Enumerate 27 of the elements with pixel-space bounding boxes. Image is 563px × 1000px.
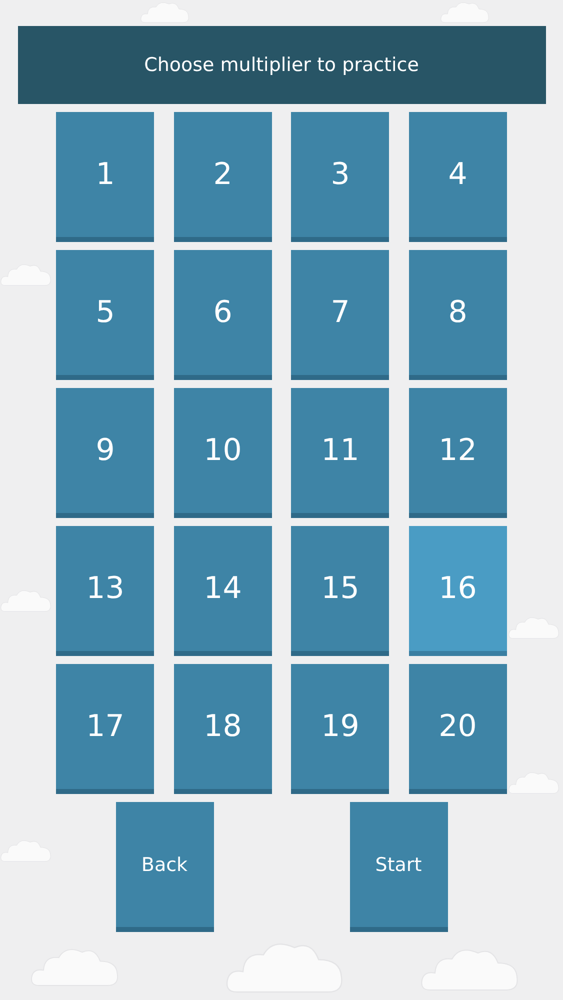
- multiplier-tile[interactable]: 17: [56, 664, 154, 794]
- multiplier-tile[interactable]: 5: [56, 250, 154, 380]
- multiplier-tile[interactable]: 19: [291, 664, 390, 794]
- header-title: Choose multiplier to practice: [18, 26, 546, 104]
- multiplier-tile[interactable]: 12: [408, 388, 507, 518]
- cloud-drawing: [508, 615, 560, 641]
- multiplier-tile[interactable]: 20: [408, 664, 507, 794]
- multiplier-tile[interactable]: 18: [174, 664, 272, 794]
- multiplier-tile[interactable]: 14: [174, 526, 272, 656]
- multiplier-tile[interactable]: 10: [174, 388, 272, 518]
- multiplier-tile[interactable]: 9: [56, 388, 154, 518]
- multiplier-tile[interactable]: 13: [56, 526, 154, 656]
- multiplier-tile[interactable]: 6: [174, 250, 272, 380]
- multiplier-tile[interactable]: 8: [408, 250, 507, 380]
- multiplier-tile[interactable]: 15: [291, 526, 390, 656]
- cloud-drawing: [140, 0, 190, 25]
- multiplier-tile[interactable]: 3: [291, 112, 390, 242]
- cloud-drawing: [508, 770, 560, 796]
- multiplier-tile[interactable]: 11: [291, 388, 390, 518]
- cloud-drawing: [440, 0, 490, 25]
- action-button[interactable]: Back: [116, 802, 214, 932]
- multiplier-tile[interactable]: 7: [291, 250, 390, 380]
- multiplier-tile[interactable]: 2: [174, 112, 272, 242]
- multiplier-tile[interactable]: 4: [408, 112, 507, 242]
- multiplier-tile[interactable]: 16: [408, 526, 507, 656]
- action-button[interactable]: Start: [350, 802, 448, 932]
- multiplier-tile[interactable]: 1: [56, 112, 154, 242]
